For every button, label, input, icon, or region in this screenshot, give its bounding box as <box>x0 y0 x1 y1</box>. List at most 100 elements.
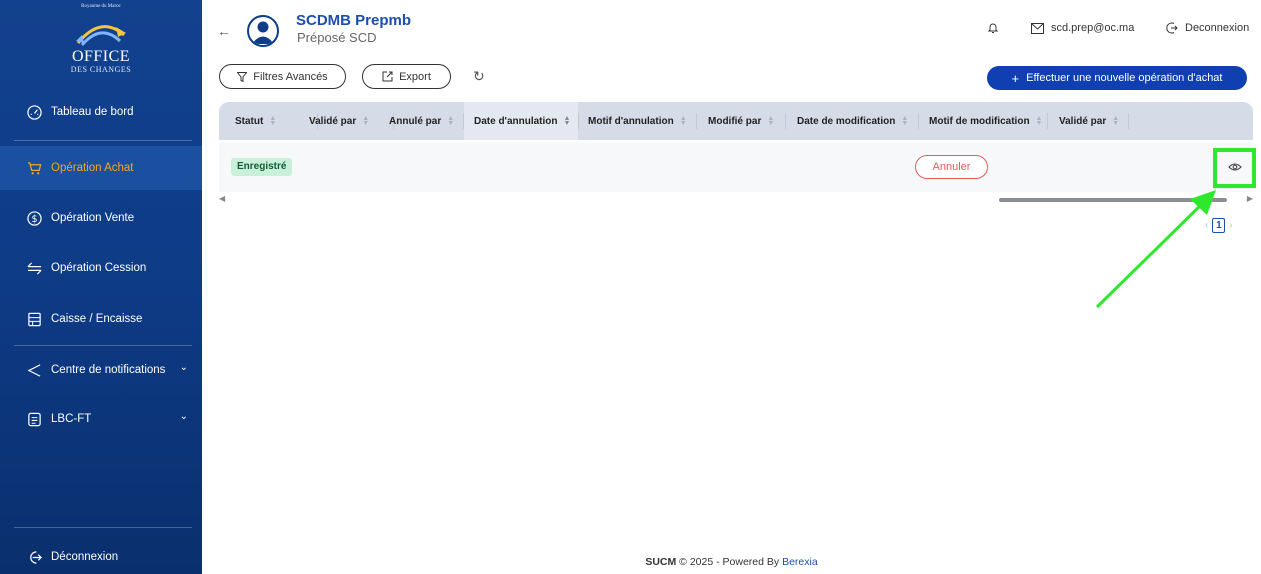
plus-icon: + <box>1011 70 1020 86</box>
sidebar-divider <box>14 527 192 528</box>
megaphone-icon <box>26 362 42 378</box>
sidebar-item-label: LBC-FT <box>51 413 92 425</box>
dollar-circle-icon: $ <box>26 210 42 226</box>
sidebar-divider <box>14 345 192 346</box>
dashboard-gauge-icon <box>26 104 42 120</box>
advanced-filters-button[interactable]: Filtres Avancés <box>219 64 346 89</box>
logo-top-line: Royaume du Maroc <box>81 4 121 9</box>
eye-icon <box>1227 159 1242 177</box>
sort-icon: ▲ ▼ <box>1112 115 1120 127</box>
scroll-left-arrow-icon[interactable]: ◀ <box>219 194 225 203</box>
column-header-motif-modification[interactable]: Motif de modification ▲ ▼ <box>919 102 1048 140</box>
horizontal-scrollbar[interactable]: ◀ ▶ <box>219 194 1253 205</box>
column-header-motif-annulation[interactable]: Motif d'annulation ▲ ▼ <box>578 102 697 140</box>
sidebar-item-lbc-ft[interactable]: LBC-FT ⌄ <box>0 397 202 441</box>
column-header-modifie-par[interactable]: Modifié par ▲ ▼ <box>697 102 786 140</box>
footer-brand-link[interactable]: Berexia <box>782 556 818 568</box>
sidebar-item-label: Opération Achat <box>51 162 134 174</box>
filter-icon <box>237 71 248 82</box>
sidebar-item-operation-achat[interactable]: Opération Achat <box>0 146 202 190</box>
scroll-right-arrow-icon[interactable]: ▶ <box>1247 194 1253 203</box>
header-logout-label: Deconnexion <box>1185 22 1250 34</box>
cash-register-icon <box>26 311 42 327</box>
column-header-annule-par[interactable]: Annulé par ▲ ▼ <box>389 102 464 140</box>
footer-text: © 2025 - Powered By <box>679 556 780 568</box>
column-header-valide-par-2[interactable]: Validé par ▲ ▼ <box>1048 102 1129 140</box>
sort-icon: ▲ ▼ <box>447 115 455 127</box>
user-email[interactable]: scd.prep@oc.ma <box>1031 22 1134 34</box>
logo-name: OFFICE <box>71 48 131 65</box>
cancel-operation-button[interactable]: Annuler <box>915 155 988 179</box>
sidebar-item-label: Tableau de bord <box>51 106 134 118</box>
column-label: Statut <box>235 115 264 127</box>
logout-icon <box>26 549 42 565</box>
document-icon <box>26 411 42 427</box>
sidebar-item-operation-vente[interactable]: $ Opération Vente <box>0 196 202 240</box>
scrollbar-thumb[interactable] <box>999 198 1227 202</box>
column-header-valide-par[interactable]: Validé par ▲ ▼ <box>309 102 394 140</box>
view-details-button[interactable] <box>1213 148 1256 188</box>
user-role: Préposé SCD <box>297 30 377 45</box>
footer: SUCM © 2025 - Powered By Berexia <box>202 556 1261 568</box>
logo-emblem-icon <box>76 25 126 47</box>
swap-arrows-icon <box>26 260 42 276</box>
footer-product: SUCM <box>645 556 677 568</box>
column-label: Date de modification <box>797 115 896 127</box>
sort-icon: ▲ ▼ <box>563 115 571 127</box>
office-des-changes-logo[interactable]: Royaume du Maroc OFFICE DES CHANGES <box>0 0 202 86</box>
column-label: Validé par <box>1059 115 1107 127</box>
export-icon <box>382 71 393 82</box>
column-label: Modifié par <box>708 115 762 127</box>
sidebar-item-centre-de-notifications[interactable]: Centre de notifications ⌄ <box>0 348 202 392</box>
next-page-icon[interactable]: › <box>1229 220 1232 231</box>
column-header-date-modification[interactable]: Date de modification ▲ ▼ <box>786 102 919 140</box>
filters-label: Filtres Avancés <box>253 70 328 83</box>
chevron-down-icon: ⌄ <box>179 362 188 373</box>
table-header: Statut ▲ ▼ Validé par ▲ ▼ Annulé par ▲ ▼ Da… <box>219 102 1253 140</box>
pagination: ‹ 1 › <box>1205 218 1233 233</box>
sidebar-item-operation-cession[interactable]: Opération Cession <box>0 246 202 290</box>
column-label: Annulé par <box>389 115 442 127</box>
export-label: Export <box>399 70 431 83</box>
sort-icon: ▲ ▼ <box>679 115 687 127</box>
column-label: Motif de modification <box>929 115 1030 127</box>
sidebar-item-label: Opération Vente <box>51 212 135 224</box>
sort-icon: ▲ ▼ <box>767 115 775 127</box>
chevron-down-icon: ⌄ <box>179 411 188 422</box>
sort-icon: ▲ ▼ <box>1035 115 1043 127</box>
shopping-cart-icon <box>26 160 42 176</box>
column-label: Date d'annulation <box>474 115 558 127</box>
column-label: Motif d'annulation <box>588 115 674 127</box>
back-arrow-icon[interactable]: ← <box>217 23 231 39</box>
sidebar-logout-button[interactable]: Déconnexion <box>0 535 202 574</box>
sidebar-item-tableau-de-bord[interactable]: Tableau de bord <box>0 90 202 134</box>
logout-icon <box>1166 22 1178 34</box>
page-number-current[interactable]: 1 <box>1212 218 1226 233</box>
status-badge: Enregistré <box>231 158 293 176</box>
header-logout-button[interactable]: Deconnexion <box>1166 22 1249 34</box>
sort-icon: ▲ ▼ <box>269 115 277 127</box>
logo-subname: DES CHANGES <box>70 65 132 74</box>
refresh-icon[interactable]: ↻ <box>473 68 485 85</box>
column-header-date-annulation[interactable]: Date d'annulation ▲ ▼ <box>464 102 579 140</box>
avatar <box>247 15 279 47</box>
sidebar-item-caisse-encaisse[interactable]: Caisse / Encaisse <box>0 297 202 341</box>
column-header-statut[interactable]: Statut ▲ ▼ <box>235 102 318 140</box>
table-row: Enregistré <box>219 142 1253 192</box>
prev-page-icon[interactable]: ‹ <box>1205 220 1208 231</box>
sort-icon: ▲ ▼ <box>901 115 909 127</box>
cancel-operation-label: Annuler <box>932 161 971 173</box>
new-operation-label: Effectuer une nouvelle opération d'achat <box>1026 72 1223 84</box>
sidebar-logout-label: Déconnexion <box>51 551 119 563</box>
export-button[interactable]: Export <box>362 64 451 89</box>
mail-icon <box>1031 22 1044 34</box>
column-label: Validé par <box>309 115 357 127</box>
notifications-bell-button[interactable] <box>987 22 1006 34</box>
sidebar-item-label: Opération Cession <box>51 262 147 274</box>
user-email-text: scd.prep@oc.ma <box>1051 22 1135 34</box>
svg-text:$: $ <box>31 213 37 224</box>
user-name: SCDMB Prepmb <box>296 12 412 29</box>
new-purchase-operation-button[interactable]: + Effectuer une nouvelle opération d'ach… <box>987 66 1247 90</box>
sidebar-item-label: Centre de notifications <box>51 364 166 376</box>
sidebar-divider <box>14 140 192 141</box>
